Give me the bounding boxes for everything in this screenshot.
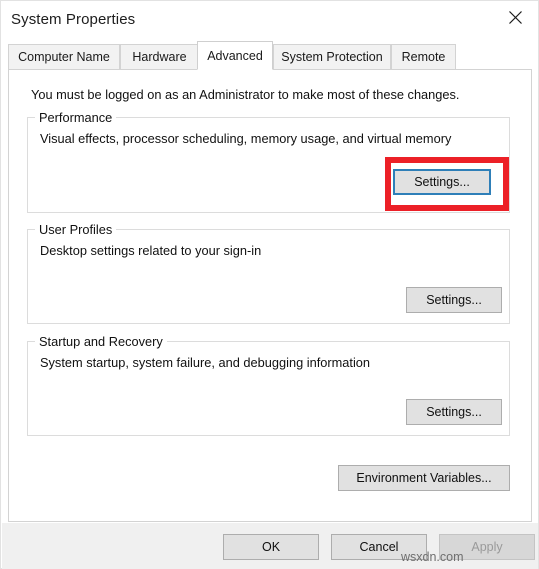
tab-hardware[interactable]: Hardware	[120, 44, 199, 69]
startup-recovery-group-title: Startup and Recovery	[35, 334, 167, 349]
button-label: OK	[261, 540, 281, 554]
performance-group-title: Performance	[35, 110, 117, 125]
user-profiles-group-description: Desktop settings related to your sign-in	[40, 243, 262, 258]
button-label: Settings...	[426, 405, 482, 419]
ok-button[interactable]: OK	[223, 534, 319, 560]
button-label: Cancel	[359, 540, 399, 554]
startup-recovery-group: Startup and Recovery System startup, sys…	[27, 334, 510, 436]
tab-advanced[interactable]: Advanced	[197, 41, 273, 70]
tab-label: Remote	[401, 50, 446, 64]
advanced-tab-panel: You must be logged on as an Administrato…	[8, 69, 532, 522]
button-label: Environment Variables...	[356, 471, 492, 485]
startup-recovery-settings-button[interactable]: Settings...	[406, 399, 502, 425]
button-label: Settings...	[426, 293, 482, 307]
title-bar: System Properties	[1, 1, 538, 41]
tab-computer-name[interactable]: Computer Name	[8, 44, 120, 69]
close-icon[interactable]	[492, 1, 538, 33]
tab-remote[interactable]: Remote	[391, 44, 456, 69]
watermark: wsxdn.com	[401, 550, 464, 564]
page-title: System Properties	[11, 11, 136, 28]
performance-group: Performance Visual effects, processor sc…	[27, 110, 510, 213]
user-profiles-group-title: User Profiles	[35, 222, 117, 237]
tab-label: Advanced	[207, 48, 263, 63]
tab-label: Computer Name	[18, 50, 110, 64]
user-profiles-group: User Profiles Desktop settings related t…	[27, 222, 510, 324]
button-label: Settings...	[414, 175, 470, 189]
environment-variables-button[interactable]: Environment Variables...	[338, 465, 510, 491]
system-properties-window: System Properties Computer Name Hardware…	[0, 0, 539, 569]
tab-strip: Computer Name Hardware Advanced System P…	[8, 41, 533, 70]
performance-settings-button[interactable]: Settings...	[393, 169, 491, 195]
tab-label: Hardware	[132, 50, 187, 64]
user-profiles-settings-button[interactable]: Settings...	[406, 287, 502, 313]
performance-group-description: Visual effects, processor scheduling, me…	[40, 131, 452, 146]
button-label: Apply	[471, 540, 503, 554]
startup-recovery-group-description: System startup, system failure, and debu…	[40, 355, 371, 370]
tab-system-protection[interactable]: System Protection	[273, 44, 391, 69]
administrator-notice: You must be logged on as an Administrato…	[31, 87, 460, 102]
tab-label: System Protection	[281, 50, 383, 64]
